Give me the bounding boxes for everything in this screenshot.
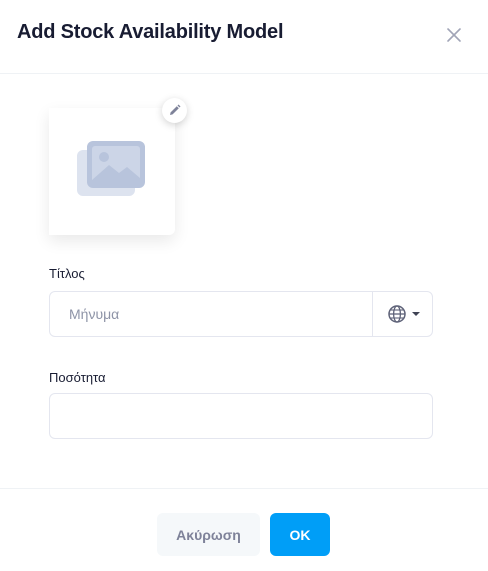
title-label: Τίτλος — [49, 266, 85, 281]
add-stock-availability-modal: Add Stock Availability Model Τίτλος Μήνυ… — [0, 0, 488, 571]
modal-footer: Ακύρωση OK — [0, 488, 488, 571]
edit-image-button[interactable] — [162, 98, 187, 123]
image-placeholder-icon — [77, 140, 147, 207]
chevron-down-icon — [412, 312, 420, 316]
globe-icon — [387, 304, 407, 329]
quantity-input[interactable] — [49, 393, 433, 439]
language-dropdown-button[interactable] — [372, 292, 433, 336]
modal-title: Add Stock Availability Model — [17, 21, 284, 43]
quantity-label: Ποσότητα — [49, 370, 106, 385]
title-input-group — [49, 291, 433, 337]
cancel-button[interactable]: Ακύρωση — [157, 513, 260, 556]
close-icon[interactable] — [443, 24, 465, 46]
image-upload-preview[interactable] — [49, 108, 175, 235]
title-input[interactable] — [50, 292, 372, 336]
modal-header: Add Stock Availability Model — [0, 0, 488, 74]
ok-button[interactable]: OK — [270, 513, 330, 556]
